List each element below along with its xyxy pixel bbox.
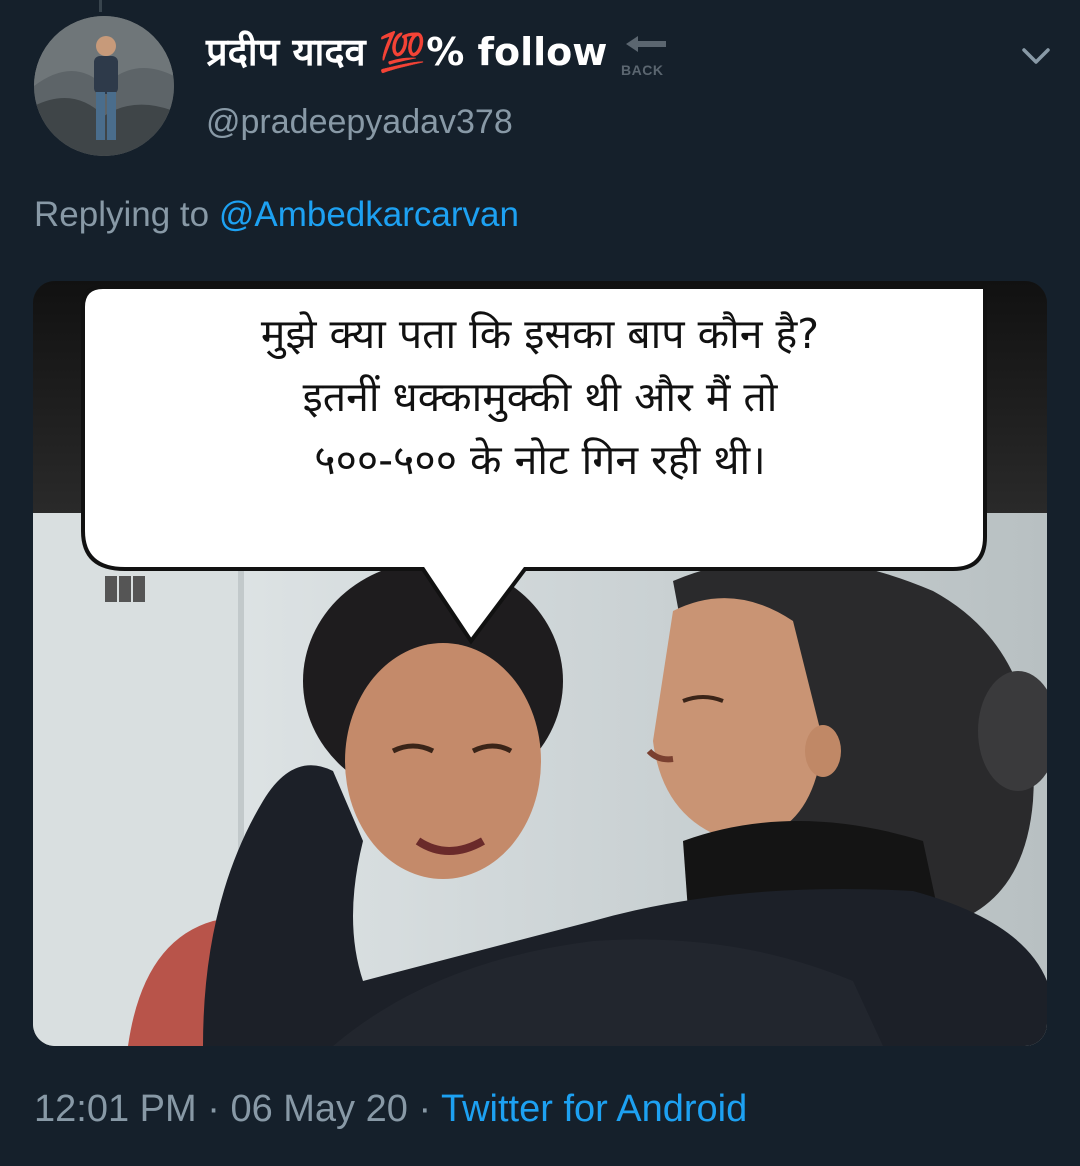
avatar[interactable] [34, 16, 174, 156]
thread-line [99, 0, 102, 12]
tweet-meta: 12:01 PM · 06 May 20 · Twitter for Andro… [34, 1085, 747, 1133]
tweet-image[interactable]: मुझे क्या पता कि इसका बाप कौन है? इतनीं … [33, 281, 1047, 1046]
user-handle[interactable]: @pradeepyadav378 [206, 100, 513, 144]
replying-prefix: Replying to [34, 195, 210, 234]
chevron-down-icon[interactable] [1016, 40, 1056, 72]
meta-separator: · [418, 1088, 432, 1130]
tweet-time[interactable]: 12:01 PM [34, 1088, 197, 1130]
back-label: BACK [621, 62, 664, 78]
tweet-source-link[interactable]: Twitter for Android [441, 1088, 747, 1130]
tweet-date[interactable]: 06 May 20 [230, 1088, 407, 1130]
reply-mention-link[interactable]: @Ambedkarcarvan [219, 195, 519, 234]
display-name[interactable]: प्रदीप यादव 💯% follow [206, 28, 607, 76]
replying-to: Replying to @Ambedkarcarvan [34, 192, 519, 238]
meta-separator: · [207, 1088, 220, 1130]
